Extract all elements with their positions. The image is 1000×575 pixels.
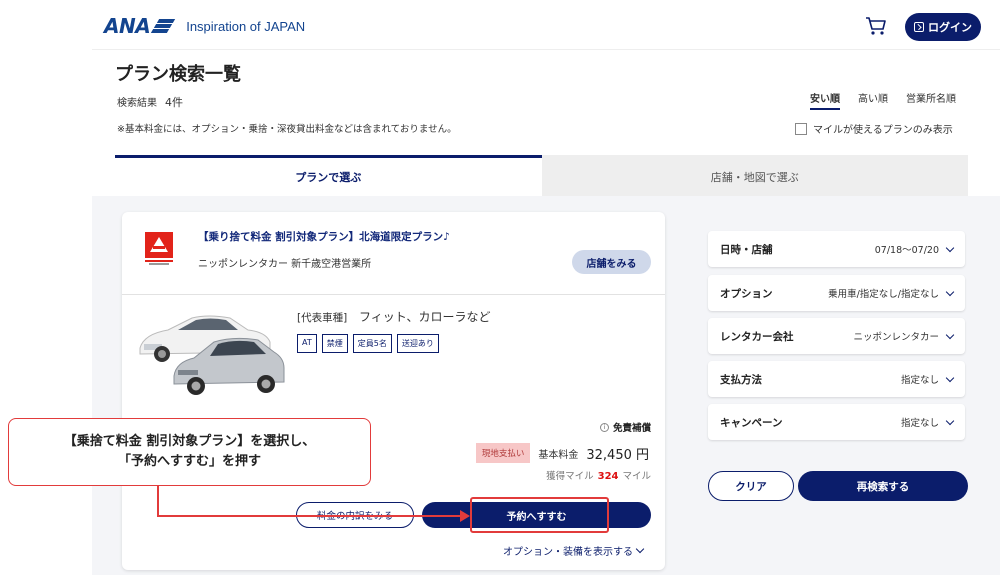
chevron-down-icon	[945, 330, 955, 339]
filter-options[interactable]: オプション 乗用車/指定なし/指定なし	[708, 275, 965, 311]
chevron-down-icon	[945, 416, 955, 425]
chevron-down-icon	[945, 243, 955, 252]
card-divider	[122, 294, 665, 295]
plan-title[interactable]: 【乗り捨て料金 割引対象プラン】北海道限定プラン♪	[198, 229, 450, 244]
miles-unit: マイル	[622, 471, 651, 482]
price-note: ※基本料金には、オプション・乗捨・深夜貸出料金などは含まれておりません。	[117, 124, 457, 135]
filter-label: キャンペーン	[720, 416, 783, 429]
price-row: 現地支払い 基本料金 32,450 円	[475, 443, 649, 463]
badge-non-smoking: 禁煙	[321, 334, 348, 353]
vehicle-bracket: [代表車種]	[297, 312, 348, 324]
filter-label: 支払方法	[720, 373, 762, 386]
exemption-info[interactable]: i 免責補償	[599, 420, 651, 434]
clear-button[interactable]: クリア	[708, 471, 794, 501]
info-icon: i	[599, 422, 609, 432]
instruction-callout: 【乗捨て料金 割引対象プラン】を選択し、 「予約へすすむ」を押す	[8, 418, 371, 486]
nippon-rentacar-logo-icon	[145, 232, 173, 265]
left-margin	[0, 0, 92, 575]
filter-rental-company[interactable]: レンタカー会社 ニッポンレンタカー	[708, 318, 965, 354]
callout-connector	[157, 515, 462, 517]
page-title: プラン検索一覧	[115, 64, 241, 85]
login-label: ログイン	[928, 21, 972, 34]
vehicle-names: フィット、カローラなど	[359, 310, 491, 324]
filter-value: 指定なし	[901, 372, 955, 386]
exemption-label: 免責補償	[612, 423, 651, 434]
car-image	[139, 315, 285, 395]
vehicle-label: [代表車種] フィット、カローラなど	[297, 308, 491, 325]
miles-value: 324	[597, 471, 619, 482]
show-options-link[interactable]: オプション・装備を表示する	[503, 543, 645, 558]
view-store-button[interactable]: 店舗をみる	[572, 250, 651, 274]
filter-value: 指定なし	[901, 415, 955, 429]
callout-connector	[157, 486, 159, 517]
filter-label: オプション	[720, 287, 773, 300]
logo-swoosh-icon	[151, 19, 176, 33]
sort-options: 安い順 高い順 営業所名順	[810, 90, 956, 110]
logo-text: ANA	[104, 14, 151, 38]
vehicle-badges: AT 禁煙 定員5名 送迎あり	[297, 334, 439, 353]
options-link-label: オプション・装備を表示する	[503, 547, 633, 558]
reserve-highlight-box	[470, 497, 609, 533]
result-label: 検索結果	[117, 98, 157, 109]
filter-value: ニッポンレンタカー	[853, 329, 955, 343]
mile-filter-label: マイルが使えるプランのみ表示	[813, 125, 953, 136]
site-header: ANA Inspiration of JAPAN ログイン	[92, 0, 1000, 50]
sort-office-name[interactable]: 営業所名順	[906, 90, 956, 110]
result-number: 4件	[165, 96, 183, 109]
mile-filter-checkbox[interactable]	[795, 122, 807, 135]
filter-label: 日時・店舗	[720, 243, 773, 256]
ana-logo[interactable]: ANA Inspiration of JAPAN	[104, 14, 305, 38]
badge-at: AT	[297, 334, 317, 353]
chevron-down-icon	[945, 373, 955, 382]
tab-map[interactable]: 店舗・地図で選ぶ	[541, 155, 968, 196]
filter-value: 乗用車/指定なし/指定なし	[828, 286, 955, 300]
search-tabs: プランで選ぶ 店舗・地図で選ぶ	[115, 155, 968, 196]
sort-cheapest[interactable]: 安い順	[810, 90, 840, 110]
filter-label: レンタカー会社	[720, 330, 794, 343]
badge-capacity: 定員5名	[352, 334, 392, 353]
payment-badge: 現地支払い	[475, 443, 531, 463]
login-icon	[914, 22, 924, 32]
sort-expensive[interactable]: 高い順	[858, 90, 888, 110]
filter-datetime-store[interactable]: 日時・店舗 07/18〜07/20	[708, 231, 965, 267]
filter-campaign[interactable]: キャンペーン 指定なし	[708, 404, 965, 440]
filter-value: 07/18〜07/20	[875, 242, 955, 256]
login-button[interactable]: ログイン	[905, 13, 981, 41]
logo-tagline: Inspiration of JAPAN	[186, 18, 306, 34]
result-count: 検索結果 4件	[117, 94, 183, 110]
mile-filter[interactable]: マイルが使えるプランのみ表示	[795, 121, 953, 136]
plan-company: ニッポンレンタカー 新千歳空港営業所	[198, 259, 372, 270]
price-label: 基本料金	[538, 449, 579, 461]
arrow-right-icon	[460, 510, 470, 522]
price-value: 32,450 円	[586, 447, 649, 463]
research-button[interactable]: 再検索する	[798, 471, 968, 501]
badge-shuttle: 送迎あり	[396, 334, 439, 353]
cart-icon[interactable]	[865, 16, 887, 36]
filter-payment-method[interactable]: 支払方法 指定なし	[708, 361, 965, 397]
callout-line-1: 【乗捨て料金 割引対象プラン】を選択し、	[63, 434, 316, 449]
callout-line-2: 「予約へすすむ」を押す	[117, 454, 261, 469]
chevron-down-icon	[635, 544, 645, 554]
chevron-down-icon	[945, 287, 955, 296]
miles-info: 獲得マイル 324 マイル	[546, 468, 651, 482]
miles-label: 獲得マイル	[546, 471, 594, 482]
tab-plan[interactable]: プランで選ぶ	[115, 155, 542, 196]
